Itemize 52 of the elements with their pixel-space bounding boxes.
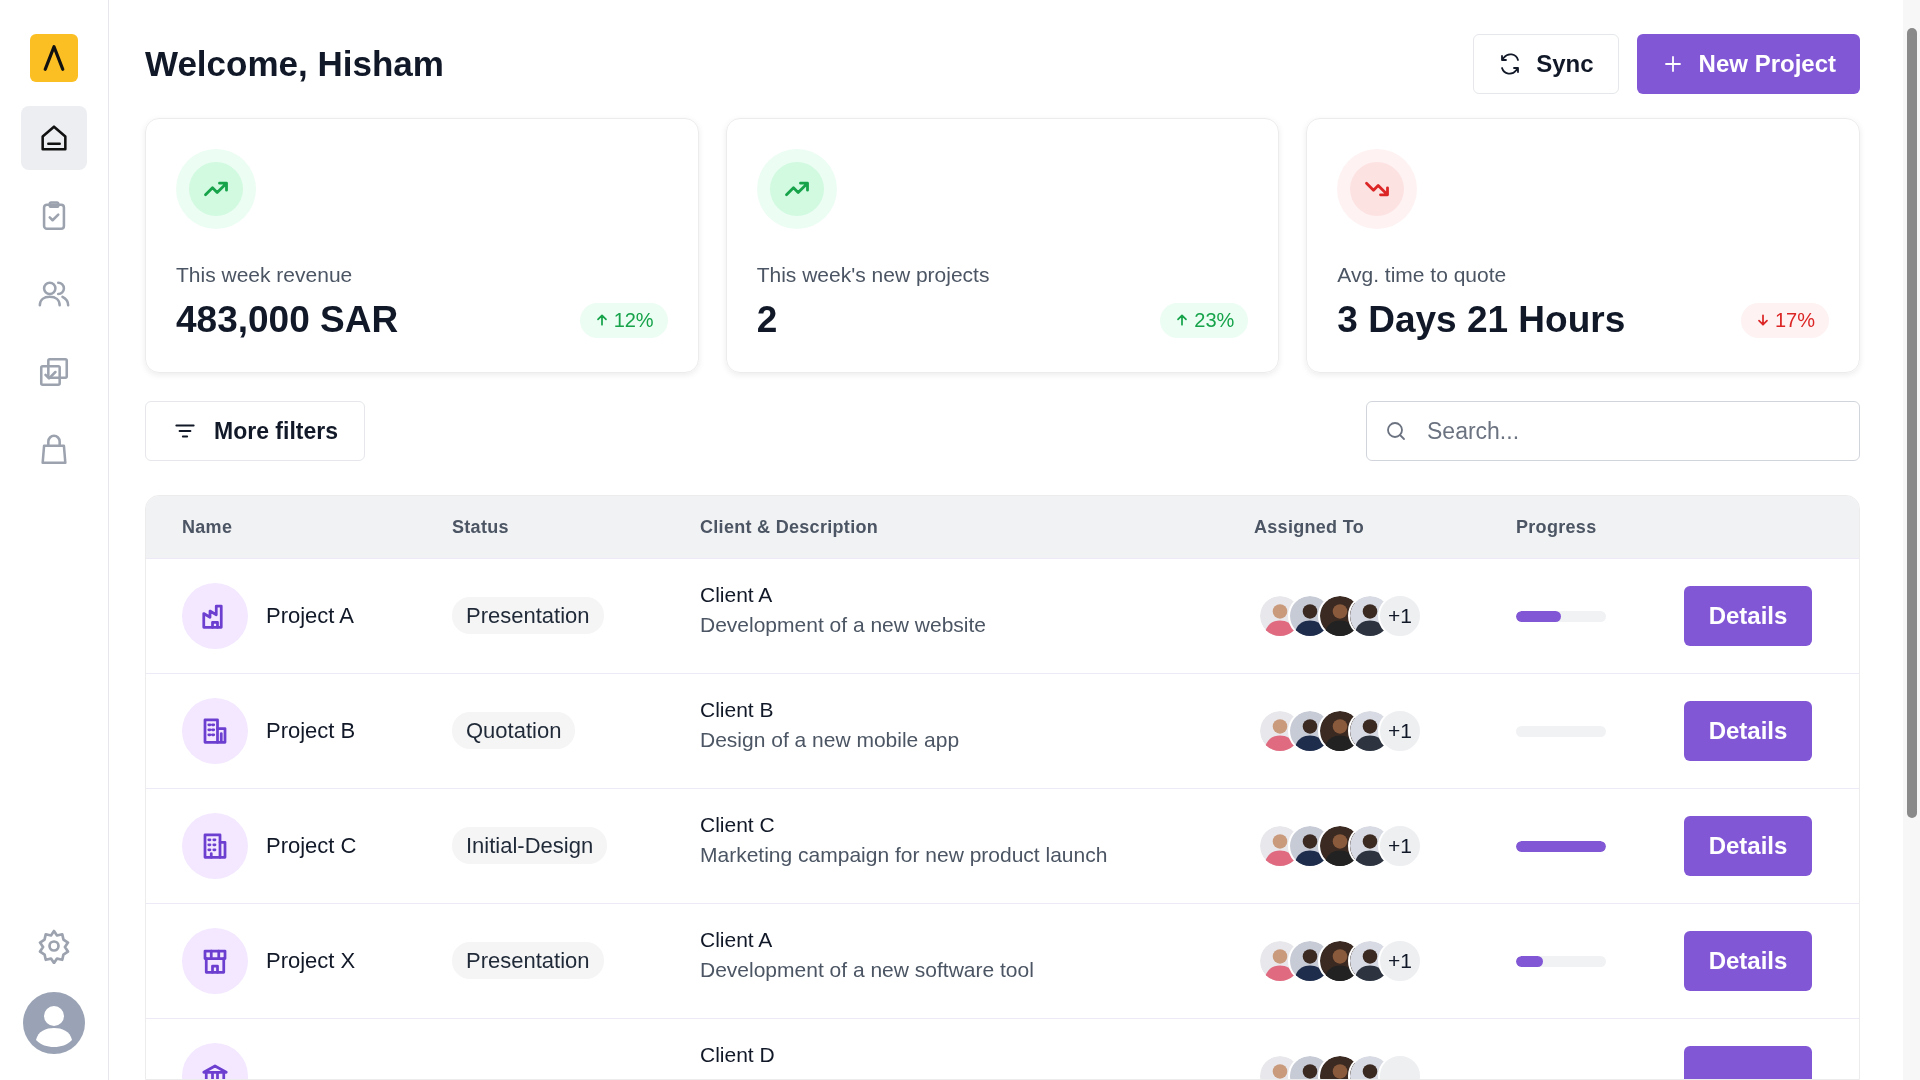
stat-label: This week revenue bbox=[176, 263, 354, 287]
column-header: Assigned To bbox=[1254, 516, 1365, 538]
search-field[interactable]: Search... bbox=[1366, 401, 1860, 461]
status-tag: Presentation bbox=[452, 942, 604, 979]
status-tag: Quotation bbox=[452, 712, 576, 749]
details-button[interactable]: Details bbox=[1684, 701, 1812, 761]
sync-button[interactable]: Sync bbox=[1473, 34, 1619, 94]
project-name: Project X bbox=[266, 948, 356, 974]
more-count: +1 bbox=[1378, 824, 1422, 868]
project-name: Project A bbox=[266, 603, 355, 629]
project-name: Project C bbox=[266, 833, 357, 859]
change-badge: 23% bbox=[1160, 302, 1249, 338]
change-badge: 12% bbox=[579, 302, 668, 338]
project-description: Design of a new mobile app bbox=[700, 728, 961, 752]
stat-value: 3 Days 21 Hours bbox=[1337, 299, 1626, 341]
details-button[interactable]: Details bbox=[1684, 931, 1812, 991]
search-icon bbox=[1384, 419, 1408, 443]
more-count: +1 bbox=[1378, 594, 1422, 638]
stat-value: 483,000 SAR bbox=[176, 299, 399, 341]
project-description: Development of a new software tool bbox=[700, 958, 1035, 982]
column-header: Status bbox=[452, 516, 510, 538]
column-header: Progress bbox=[1516, 516, 1598, 538]
details-button[interactable]: Details bbox=[1684, 816, 1812, 876]
status-tag: Initial-Design bbox=[452, 827, 608, 864]
more-count: +1 bbox=[1378, 709, 1422, 753]
project-description: Marketing campaign for new product launch bbox=[700, 843, 1109, 867]
filter-button[interactable]: More filters bbox=[145, 401, 365, 461]
user-avatar[interactable] bbox=[23, 992, 85, 1054]
stat-value: 2 bbox=[756, 299, 778, 341]
page-title: Welcome, Hisham bbox=[145, 44, 444, 84]
column-header: Name bbox=[182, 516, 234, 538]
new-project-button[interactable]: New Project bbox=[1636, 34, 1860, 94]
copy-check-icon bbox=[37, 355, 71, 389]
client-name: Client A bbox=[700, 583, 774, 607]
scrollbar[interactable] bbox=[1903, 0, 1920, 1080]
column-header: Client & Description bbox=[700, 516, 880, 538]
client-name: Client B bbox=[700, 698, 775, 722]
status-tag: Presentation bbox=[452, 597, 604, 634]
more-count: +1 bbox=[1378, 939, 1422, 983]
change-badge: 17% bbox=[1740, 302, 1829, 338]
client-name: Client A bbox=[700, 928, 774, 952]
details-button[interactable]: Details bbox=[1684, 586, 1812, 646]
stat-label: Avg. time to quote bbox=[1337, 263, 1508, 287]
project-description: Development of a new website bbox=[700, 613, 987, 637]
client-name: Client C bbox=[700, 813, 776, 837]
nav-item[interactable] bbox=[21, 106, 87, 170]
settings-button[interactable] bbox=[36, 928, 72, 964]
settings-icon bbox=[36, 928, 72, 964]
client-name: Client D bbox=[700, 1043, 776, 1067]
logo bbox=[30, 34, 78, 82]
stat-label: This week's new projects bbox=[756, 263, 991, 287]
project-name: Project B bbox=[266, 718, 356, 744]
